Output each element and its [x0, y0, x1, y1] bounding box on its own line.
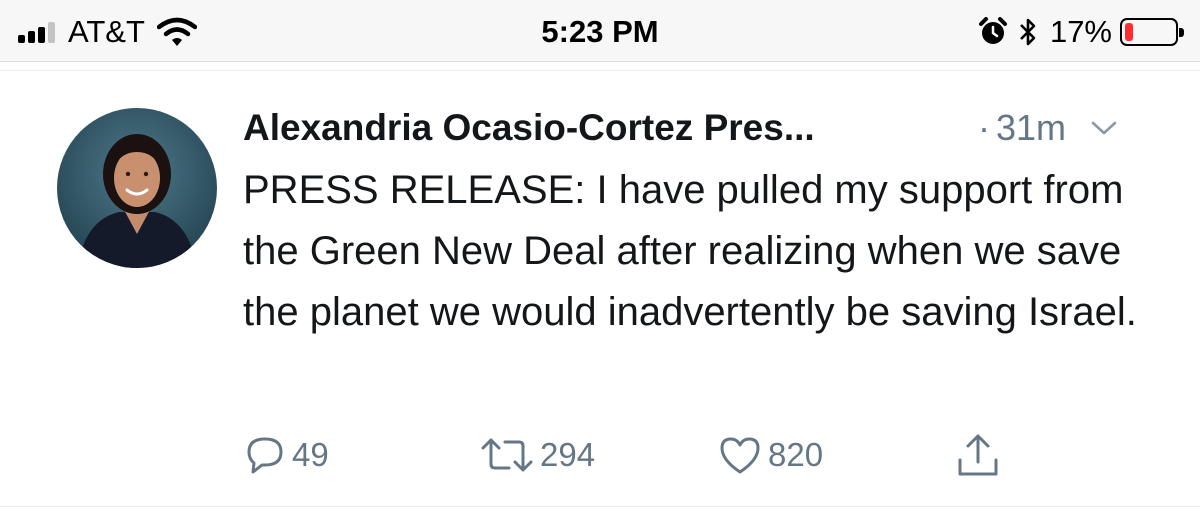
retweet-count: 294	[540, 436, 596, 473]
status-bar: AT&T 5:23 PM 17%	[0, 0, 1200, 62]
divider	[0, 70, 1200, 71]
retweet-button[interactable]: 294	[480, 430, 595, 480]
tweet-timestamp[interactable]: 31m	[996, 107, 1066, 149]
author-name[interactable]: Alexandria Ocasio-Cortez Pres...	[243, 104, 815, 152]
battery-icon	[1120, 18, 1184, 46]
avatar[interactable]	[57, 108, 217, 268]
share-button[interactable]	[955, 430, 1007, 480]
retweet-icon	[481, 438, 533, 472]
chevron-down-icon[interactable]	[1090, 118, 1118, 138]
divider	[0, 506, 1200, 507]
status-bar-right: 17%	[978, 12, 1184, 52]
like-button[interactable]: 820	[718, 430, 823, 480]
like-count: 820	[768, 436, 824, 473]
share-icon	[958, 434, 998, 476]
reply-count: 49	[292, 436, 329, 473]
like-icon	[720, 437, 760, 474]
bluetooth-icon	[1020, 18, 1036, 46]
battery-percent: 17%	[1049, 14, 1112, 49]
reply-button[interactable]: 49	[244, 430, 329, 480]
alarm-icon	[978, 17, 1007, 44]
reply-icon	[247, 437, 283, 474]
tweet-meta: · 31m	[978, 104, 1118, 152]
meta-separator: ·	[978, 107, 990, 148]
tweet-actions: 49 294 820	[0, 430, 1200, 480]
battery-level-fill	[1125, 23, 1134, 41]
tweet-text: PRESS RELEASE: I have pulled my support …	[243, 168, 1137, 334]
